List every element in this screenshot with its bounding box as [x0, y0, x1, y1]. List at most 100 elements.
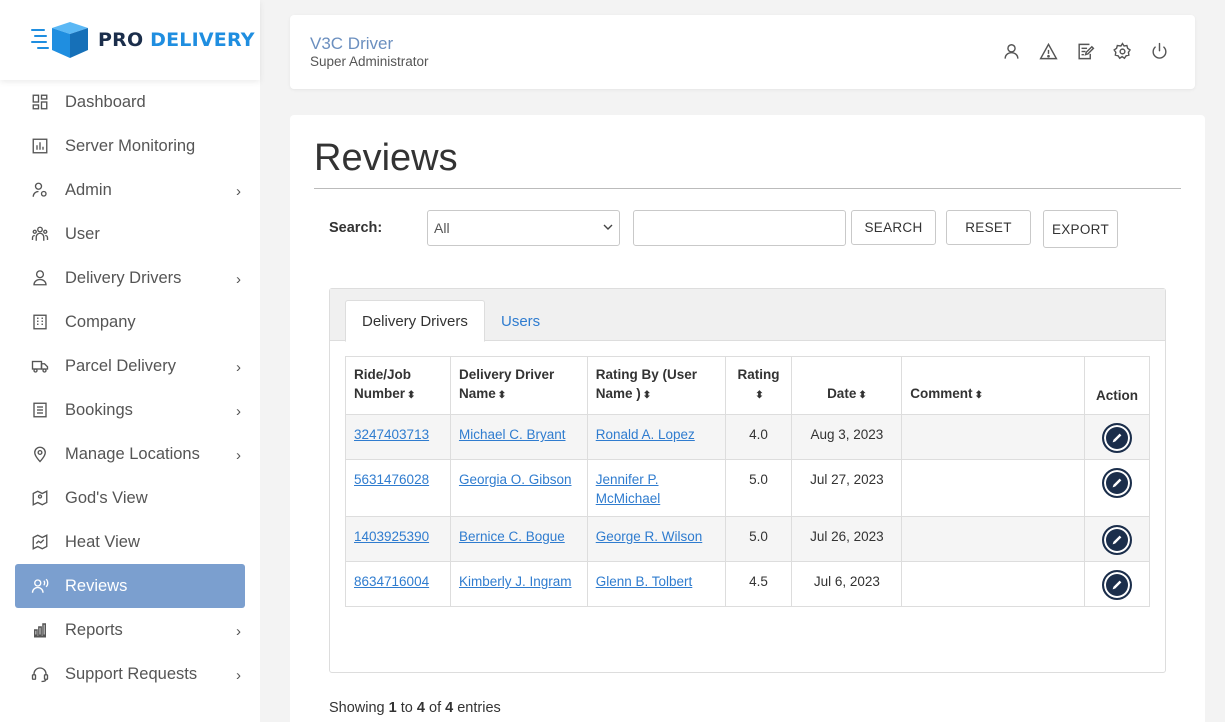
cell-comment: [901, 459, 1085, 517]
table-row: 1403925390 Bernice C. Bogue George R. Wils…: [345, 516, 1151, 562]
reset-button[interactable]: RESET: [946, 210, 1031, 245]
edit-note-icon[interactable]: [1076, 42, 1095, 61]
sidebar-item-dashboard[interactable]: Dashboard: [15, 80, 245, 124]
sidebar-item-label: Parcel Delivery: [65, 356, 176, 375]
edit-review-button[interactable]: [1101, 468, 1132, 498]
user-role: Super Administrator: [310, 54, 429, 69]
table-header-row: Ride/Job Number ⬍ Delivery Driver Name ⬍ R…: [345, 356, 1151, 415]
sort-icon: ⬍: [974, 390, 983, 401]
select-value: All: [434, 220, 450, 236]
cell-action: [1083, 561, 1151, 607]
sidebar-item-server-monitoring[interactable]: Server Monitoring: [15, 124, 245, 168]
edit-review-button[interactable]: [1101, 570, 1132, 600]
table-info: Showing 1 to 4 of 4 entries: [329, 700, 501, 716]
column-header-date[interactable]: Date ⬍: [791, 356, 903, 415]
cell-comment: [901, 414, 1085, 460]
sidebar-item-label: Reports: [65, 620, 123, 639]
table-row: 5631476028 Georgia O. Gibson Jennifer P. M…: [345, 459, 1151, 517]
bar-chart-icon: [31, 621, 49, 639]
sidebar-item-reports[interactable]: Reports ›: [15, 608, 245, 652]
building-icon: [31, 313, 49, 331]
warning-icon[interactable]: [1039, 42, 1058, 61]
sidebar-item-heat-view[interactable]: Heat View: [15, 520, 245, 564]
tab-users[interactable]: Users: [485, 300, 556, 342]
sort-icon: ⬍: [755, 390, 764, 401]
driver-name-link[interactable]: Bernice C. Bogue: [459, 529, 565, 544]
cell-comment: [901, 516, 1085, 562]
sidebar-item-parcel-delivery[interactable]: Parcel Delivery ›: [15, 344, 245, 388]
sort-icon: ⬍: [642, 390, 652, 401]
rater-name-link[interactable]: George R. Wilson: [596, 529, 703, 544]
reviews-table: Ride/Job Number ⬍ Delivery Driver Name ⬍ R…: [345, 356, 1151, 607]
search-button[interactable]: SEARCH: [851, 210, 936, 245]
chevron-down-icon: [603, 224, 613, 230]
edit-review-button[interactable]: [1101, 525, 1132, 555]
cell-driver-name: Michael C. Bryant: [449, 414, 588, 460]
column-header-comment[interactable]: Comment ⬍: [901, 356, 1085, 415]
sidebar: PRO DELIVERY Dashboard Server Monitoring A…: [0, 0, 260, 722]
search-input[interactable]: [633, 210, 846, 246]
dashboard-icon: [31, 93, 49, 111]
sidebar-nav: Dashboard Server Monitoring Admin › User Deli…: [0, 80, 260, 696]
settings-icon[interactable]: [1113, 42, 1132, 61]
job-number-link[interactable]: 3247403713: [354, 427, 429, 442]
cell-date: Jul 6, 2023: [791, 561, 903, 607]
rater-name-link[interactable]: Jennifer P. McMichael: [596, 472, 661, 506]
cell-job-number: 8634716004: [345, 561, 451, 607]
sidebar-item-admin[interactable]: Admin ›: [15, 168, 245, 212]
driver-name-link[interactable]: Kimberly J. Ingram: [459, 574, 572, 589]
sort-icon: ⬍: [407, 390, 416, 401]
column-header-rating-by[interactable]: Rating By (User Name ) ⬍: [586, 356, 726, 415]
sidebar-item-bookings[interactable]: Bookings ›: [15, 388, 245, 432]
sidebar-item-label: Heat View: [65, 532, 140, 551]
cell-rating: 4.0: [724, 414, 793, 460]
headset-icon: [31, 665, 49, 683]
power-icon[interactable]: [1150, 42, 1169, 61]
sidebar-item-reviews[interactable]: Reviews: [15, 564, 245, 608]
sidebar-item-manage-locations[interactable]: Manage Locations ›: [15, 432, 245, 476]
sidebar-item-user[interactable]: User: [15, 212, 245, 256]
driver-name-link[interactable]: Michael C. Bryant: [459, 427, 566, 442]
cell-action: [1083, 516, 1151, 562]
cell-action: [1083, 459, 1151, 517]
job-number-link[interactable]: 1403925390: [354, 529, 429, 544]
sidebar-item-delivery-drivers[interactable]: Delivery Drivers ›: [15, 256, 245, 300]
chevron-right-icon: ›: [236, 359, 241, 376]
edit-review-button[interactable]: [1101, 423, 1132, 453]
sidebar-item-label: User: [65, 224, 100, 243]
reviews-icon: [31, 577, 49, 595]
job-number-link[interactable]: 5631476028: [354, 472, 429, 487]
pencil-icon: [1112, 535, 1122, 545]
logo[interactable]: PRO DELIVERY: [0, 0, 260, 80]
cell-date: Aug 3, 2023: [791, 414, 903, 460]
column-header-rating[interactable]: Rating ⬍: [724, 356, 793, 415]
chart-icon: [31, 137, 49, 155]
driver-name-link[interactable]: Georgia O. Gibson: [459, 472, 572, 487]
list-icon: [31, 401, 49, 419]
export-button[interactable]: EXPORT: [1043, 210, 1118, 248]
heat-map-icon: [31, 533, 49, 551]
title-divider: [314, 188, 1181, 189]
rater-name-link[interactable]: Ronald A. Lopez: [596, 427, 695, 442]
chevron-right-icon: ›: [236, 623, 241, 640]
rater-name-link[interactable]: Glenn B. Tolbert: [596, 574, 693, 589]
sidebar-item-company[interactable]: Company: [15, 300, 245, 344]
search-field-select[interactable]: All: [427, 210, 620, 246]
cell-driver-name: Bernice C. Bogue: [449, 516, 588, 562]
users-icon: [31, 225, 49, 243]
column-header-driver-name[interactable]: Delivery Driver Name ⬍: [449, 356, 588, 415]
job-number-link[interactable]: 8634716004: [354, 574, 429, 589]
column-header-job-number[interactable]: Ride/Job Number ⬍: [345, 356, 451, 415]
sidebar-item-god-s-view[interactable]: God's View: [15, 476, 245, 520]
box-logo-icon: [31, 22, 88, 58]
sidebar-item-label: Manage Locations: [65, 444, 200, 463]
cell-job-number: 3247403713: [345, 414, 451, 460]
pencil-icon: [1112, 580, 1122, 590]
chevron-right-icon: ›: [236, 403, 241, 420]
tab-delivery-drivers[interactable]: Delivery Drivers: [345, 300, 485, 342]
sidebar-item-support-requests[interactable]: Support Requests ›: [15, 652, 245, 696]
cell-action: [1083, 414, 1151, 460]
user-icon[interactable]: [1002, 42, 1021, 61]
location-pin-icon: [31, 445, 49, 463]
reviews-panel: Delivery Drivers Users Ride/Job Number ⬍ …: [329, 288, 1166, 673]
